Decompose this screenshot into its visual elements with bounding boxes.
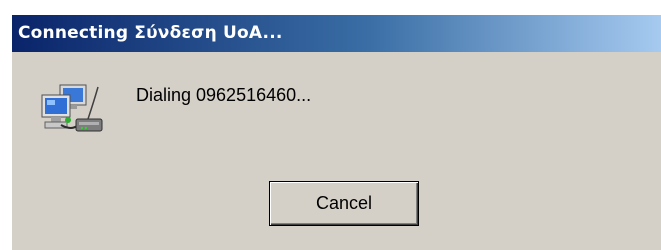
cancel-button-label: Cancel [315, 193, 373, 213]
cancel-button[interactable]: Cancel [269, 181, 419, 226]
connecting-dialog: Connecting Σύνδεση UoA... Dialing 096251… [10, 14, 661, 250]
window-title: Connecting Σύνδεση UoA... [18, 23, 283, 43]
title-bar[interactable]: Connecting Σύνδεση UoA... [12, 15, 661, 52]
network-connection-icon [38, 81, 108, 141]
dialing-status-text: Dialing 0962516460... [136, 85, 312, 105]
